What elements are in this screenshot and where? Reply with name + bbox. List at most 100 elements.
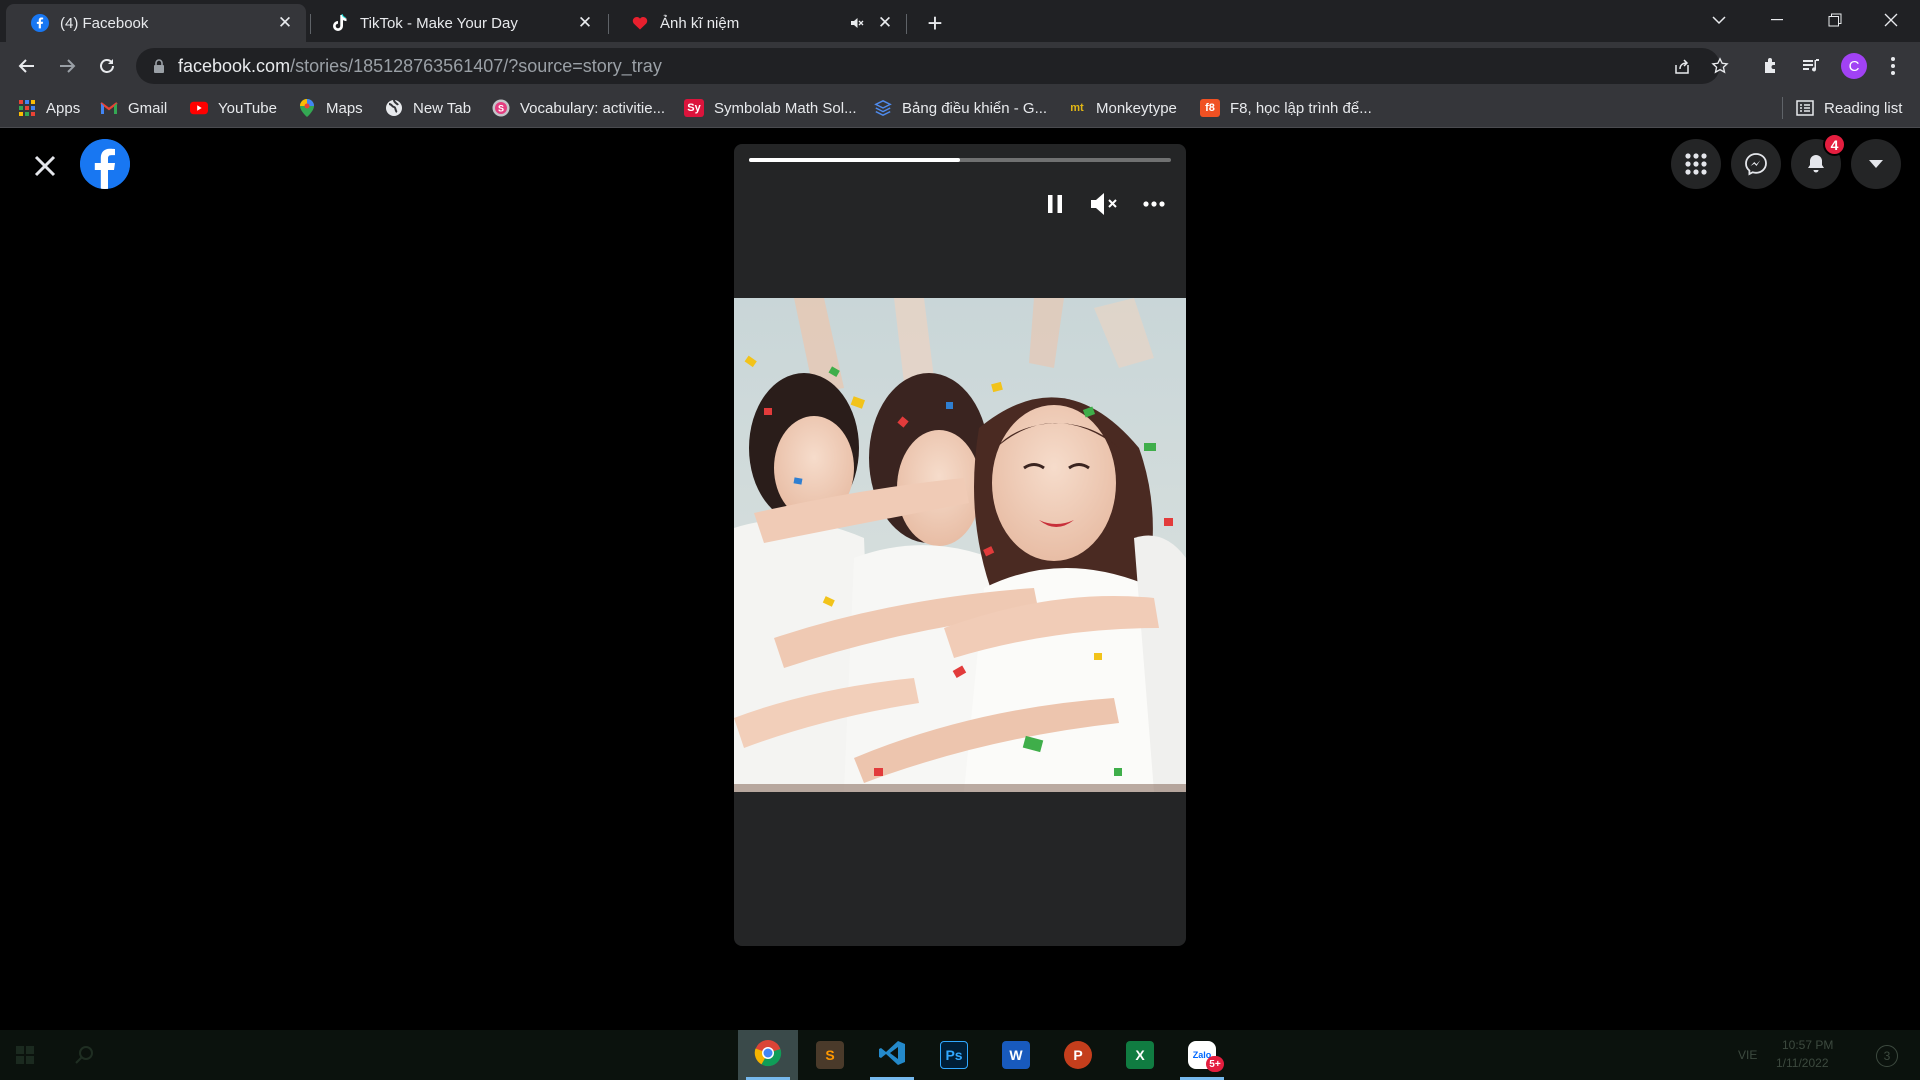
messenger-icon[interactable]	[1731, 139, 1781, 189]
chrome-icon	[754, 1039, 782, 1072]
restore-icon[interactable]	[1806, 0, 1864, 40]
bookmark-symbolab[interactable]: Sy Symbolab Math Sol...	[684, 95, 857, 121]
profile-avatar[interactable]: C	[1841, 53, 1867, 79]
taskbar-vscode[interactable]	[862, 1030, 922, 1080]
taskbar-word[interactable]: W	[986, 1030, 1046, 1080]
gmail-icon	[100, 99, 118, 117]
taskbar-excel[interactable]: X	[1110, 1030, 1170, 1080]
reading-list-label: Reading list	[1824, 99, 1903, 117]
url-domain: facebook.com	[178, 56, 291, 76]
reading-list-button[interactable]: Reading list	[1796, 95, 1902, 121]
maps-icon	[298, 99, 316, 117]
vocabulary-icon: S	[492, 99, 510, 117]
windows-taskbar: S Ps W P X Zalo 5+ VIE 10:57 PM 1/11/202…	[0, 1030, 1920, 1080]
tab-facebook[interactable]: (4) Facebook ✕	[6, 4, 306, 42]
bookmark-label: Symbolab Math Sol...	[714, 99, 857, 117]
taskbar-powerpoint[interactable]: P	[1048, 1030, 1108, 1080]
bookmark-separator	[1782, 97, 1783, 119]
close-window-icon[interactable]	[1862, 0, 1920, 40]
stack-icon	[874, 99, 892, 117]
heart-icon	[630, 13, 650, 33]
chrome-menu-kebab-icon[interactable]	[1880, 53, 1906, 79]
tab-strip: (4) Facebook ✕ TikTok - Make Your Day ✕ …	[0, 0, 1920, 42]
bookmark-label: New Tab	[413, 99, 472, 117]
menu-grid-icon[interactable]	[1671, 139, 1721, 189]
story-progress-fill	[749, 158, 960, 162]
reading-list-icon	[1796, 99, 1814, 117]
taskbar-photoshop[interactable]: Ps	[924, 1030, 984, 1080]
pause-icon[interactable]	[1039, 188, 1071, 220]
facebook-icon	[30, 13, 50, 33]
account-dropdown-icon[interactable]	[1851, 139, 1901, 189]
start-windows-icon[interactable]	[0, 1030, 50, 1080]
bookmark-label: Bảng điều khiển - G...	[902, 99, 1048, 117]
bookmark-label: Gmail	[128, 99, 168, 117]
sublime-text-icon: S	[816, 1041, 844, 1069]
clock-time[interactable]: 10:57 PM	[1782, 1038, 1833, 1052]
youtube-icon	[190, 99, 208, 117]
lock-icon[interactable]	[150, 57, 168, 75]
tab-anh-ki-niem[interactable]: Ảnh kĩ niệm ✕	[606, 4, 906, 42]
more-options-icon[interactable]	[1138, 188, 1170, 220]
clock-date[interactable]: 1/11/2022	[1776, 1056, 1829, 1070]
excel-icon: X	[1126, 1041, 1154, 1069]
close-tab-icon[interactable]: ✕	[576, 13, 594, 32]
new-tab-plus-icon[interactable]: +	[922, 8, 948, 38]
forward-arrow-icon[interactable]	[51, 50, 83, 82]
globe-icon	[385, 99, 403, 117]
bookmark-bang-dieu-khien[interactable]: Bảng điều khiển - G...	[874, 95, 1047, 121]
taskbar-zalo[interactable]: Zalo 5+	[1172, 1030, 1232, 1080]
tab-title: Ảnh kĩ niệm	[660, 14, 740, 32]
bookmark-youtube[interactable]: YouTube	[190, 95, 277, 121]
bookmark-star-icon[interactable]	[1710, 56, 1730, 76]
bookmark-gmail[interactable]: Gmail	[100, 95, 167, 121]
action-center-icon[interactable]: 3	[1876, 1045, 1898, 1067]
tab-title: TikTok - Make Your Day	[360, 14, 518, 32]
muted-speaker-icon[interactable]	[1088, 188, 1120, 220]
minimize-icon[interactable]	[1748, 0, 1806, 40]
reload-icon[interactable]	[91, 50, 123, 82]
close-tab-icon[interactable]: ✕	[276, 13, 294, 32]
media-control-icon[interactable]	[1798, 53, 1824, 79]
tab-tiktok[interactable]: TikTok - Make Your Day ✕	[306, 4, 606, 42]
close-story-icon[interactable]	[32, 153, 58, 179]
vscode-icon	[878, 1039, 906, 1072]
tab-search-chevron-icon[interactable]	[1690, 0, 1748, 40]
bookmark-apps[interactable]: Apps	[18, 95, 80, 121]
tab-audio-muted-icon[interactable]	[848, 14, 866, 32]
url-path: /stories/185128763561407/?source=story_t…	[290, 56, 662, 76]
bookmark-label: Apps	[46, 99, 81, 117]
extensions-puzzle-icon[interactable]	[1758, 53, 1784, 79]
taskbar-sublime-text[interactable]: S	[800, 1030, 860, 1080]
symbolab-icon: Sy	[684, 99, 704, 117]
story-card[interactable]	[734, 144, 1186, 946]
story-viewer: 4	[0, 128, 1920, 1030]
back-arrow-icon[interactable]	[11, 50, 43, 82]
f8-icon: f8	[1200, 99, 1220, 117]
share-icon[interactable]	[1672, 56, 1692, 76]
zalo-unread-badge: 5+	[1206, 1056, 1224, 1072]
bookmarks-bar: Apps Gmail YouTube Maps New Tab S Vocabu…	[0, 89, 1920, 128]
bookmark-f8[interactable]: f8 F8, học lập trình để...	[1200, 95, 1372, 121]
svg-text:S: S	[498, 104, 504, 114]
taskbar-chrome[interactable]	[738, 1030, 798, 1080]
url-text[interactable]: facebook.com/stories/185128763561407/?so…	[178, 56, 662, 77]
tiktok-icon	[330, 13, 350, 33]
close-tab-icon[interactable]: ✕	[876, 13, 894, 32]
browser-toolbar: facebook.com/stories/185128763561407/?so…	[0, 42, 1920, 89]
search-icon[interactable]	[60, 1030, 110, 1080]
address-bar[interactable]: facebook.com/stories/185128763561407/?so…	[136, 48, 1729, 84]
tab-separator	[906, 14, 907, 34]
facebook-logo-icon[interactable]	[80, 139, 130, 189]
story-progress-bar	[749, 158, 1171, 162]
bookmark-label: F8, học lập trình để...	[1230, 99, 1372, 117]
bookmark-label: Maps	[326, 99, 363, 117]
notifications-badge: 4	[1823, 133, 1846, 156]
bookmark-new-tab[interactable]: New Tab	[385, 95, 471, 121]
bookmark-maps[interactable]: Maps	[298, 95, 363, 121]
bookmark-monkeytype[interactable]: mt Monkeytype	[1068, 95, 1177, 121]
photoshop-icon: Ps	[940, 1041, 968, 1069]
tab-title: (4) Facebook	[60, 14, 149, 32]
bookmark-vocabulary[interactable]: S Vocabulary: activitie...	[492, 95, 665, 121]
language-indicator[interactable]: VIE	[1738, 1048, 1757, 1062]
